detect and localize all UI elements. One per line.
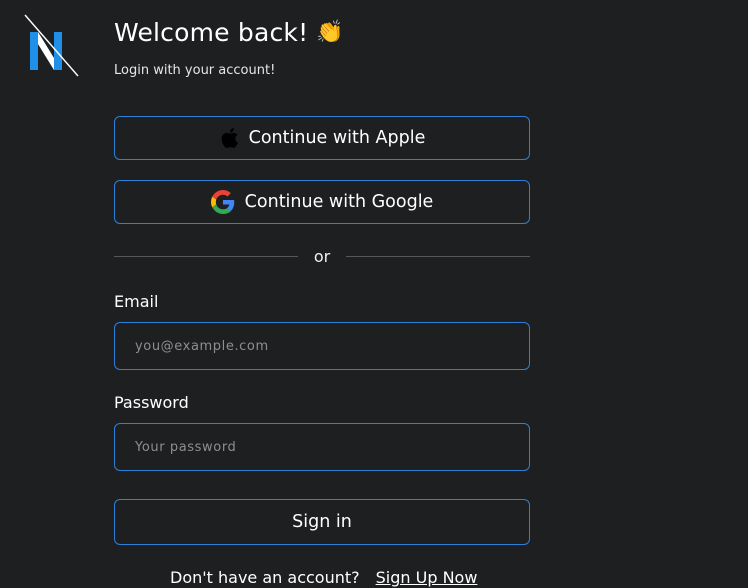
- apple-icon: [221, 128, 238, 148]
- login-page: Welcome back! 👏 Login with your account!…: [0, 0, 748, 588]
- n-logo-icon: [24, 14, 79, 77]
- clapping-hands-emoji: 👏: [316, 19, 344, 45]
- continue-with-apple-button[interactable]: Continue with Apple: [114, 116, 530, 160]
- email-label: Email: [114, 292, 159, 311]
- sign-up-link[interactable]: Sign Up Now: [376, 568, 478, 587]
- page-title-row: Welcome back! 👏: [114, 18, 344, 47]
- sign-in-button[interactable]: Sign in: [114, 499, 530, 545]
- page-title: Welcome back!: [114, 18, 309, 47]
- password-label: Password: [114, 393, 189, 412]
- page-subtitle: Login with your account!: [114, 63, 276, 78]
- email-field[interactable]: [114, 322, 530, 370]
- password-field[interactable]: [114, 423, 530, 471]
- or-divider: or: [114, 246, 530, 266]
- divider-line-left: [114, 255, 298, 257]
- signup-prompt: Don't have an account? Sign Up Now: [170, 568, 477, 587]
- continue-with-google-button[interactable]: Continue with Google: [114, 180, 530, 224]
- divider-text: or: [313, 246, 331, 266]
- continue-with-google-label: Continue with Google: [244, 192, 434, 212]
- google-icon: [210, 190, 234, 214]
- divider-line-right: [346, 255, 530, 257]
- continue-with-apple-label: Continue with Apple: [248, 128, 426, 148]
- signup-prompt-text: Don't have an account?: [170, 568, 360, 587]
